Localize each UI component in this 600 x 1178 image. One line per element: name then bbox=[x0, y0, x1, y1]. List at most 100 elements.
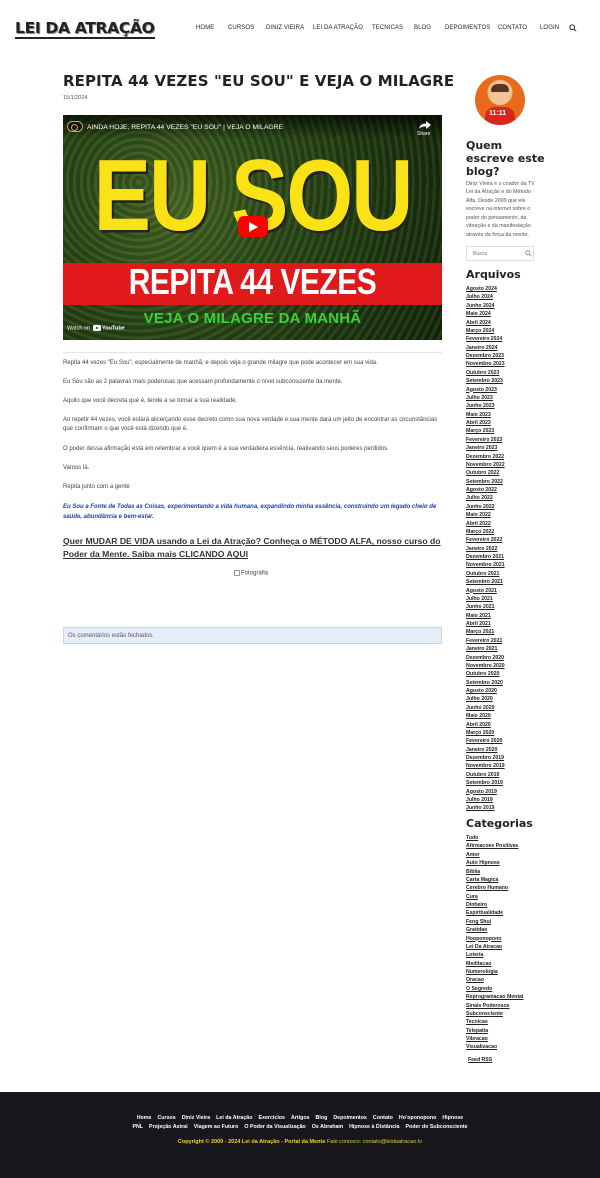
footer-link[interactable]: Projeção Astral bbox=[149, 1124, 188, 1130]
archive-link[interactable]: Abril 2021 bbox=[466, 620, 505, 628]
archive-link[interactable]: Junho 2021 bbox=[466, 603, 505, 611]
archive-link[interactable]: Outubro 2021 bbox=[466, 570, 505, 578]
video-title[interactable]: AINDA HOJE, REPITA 44 VEZES "EU SOU" | V… bbox=[87, 124, 283, 131]
nav-diniz-vieira[interactable]: DINIZ VIEIRA bbox=[266, 25, 304, 31]
archive-link[interactable]: Fevereiro 2020 bbox=[466, 737, 505, 745]
category-link[interactable]: Afirmacoes Positivas bbox=[466, 842, 523, 850]
category-link[interactable]: Reprogramacao Mental bbox=[466, 993, 523, 1001]
watch-on-youtube-button[interactable]: Watch on YouTube bbox=[67, 325, 125, 336]
nav-depoimentos[interactable]: DEPOIMENTOS bbox=[445, 25, 490, 31]
footer-link[interactable]: Hipnose bbox=[442, 1115, 463, 1121]
archive-link[interactable]: Dezembro 2019 bbox=[466, 754, 505, 762]
archive-link[interactable]: Abril 2023 bbox=[466, 419, 505, 427]
footer-link[interactable]: PNL bbox=[132, 1124, 143, 1130]
archive-link[interactable]: Junho 2020 bbox=[466, 704, 505, 712]
search-icon[interactable] bbox=[525, 250, 532, 257]
nav-cursos[interactable]: CURSOS bbox=[228, 25, 254, 31]
category-link[interactable]: Gratidao bbox=[466, 926, 523, 934]
archive-link[interactable]: Fevereiro 2023 bbox=[466, 436, 505, 444]
archive-link[interactable]: Outubro 2019 bbox=[466, 771, 505, 779]
category-link[interactable]: Numerologia bbox=[466, 968, 523, 976]
footer-link[interactable]: Cursos bbox=[157, 1115, 175, 1121]
archive-link[interactable]: Março 2023 bbox=[466, 427, 505, 435]
play-button-icon[interactable] bbox=[238, 216, 268, 237]
feed-rss-link[interactable]: Feed RSS bbox=[468, 1057, 492, 1063]
archive-link[interactable]: Março 2022 bbox=[466, 528, 505, 536]
category-link[interactable]: Hooponopono bbox=[466, 935, 523, 943]
archive-link[interactable]: Agosto 2019 bbox=[466, 788, 505, 796]
archive-link[interactable]: Fevereiro 2021 bbox=[466, 637, 505, 645]
archive-link[interactable]: Novembro 2021 bbox=[466, 561, 505, 569]
category-link[interactable]: O Segredo bbox=[466, 985, 523, 993]
category-link[interactable]: Sinais Poderosos bbox=[466, 1002, 523, 1010]
archive-link[interactable]: Abril 2022 bbox=[466, 520, 505, 528]
footer-link[interactable]: Poder do Subconsciente bbox=[405, 1124, 467, 1130]
category-link[interactable]: Cura bbox=[466, 893, 523, 901]
archive-link[interactable]: Janeiro 2022 bbox=[466, 545, 505, 553]
archive-link[interactable]: Junho 2024 bbox=[466, 302, 505, 310]
archive-link[interactable]: Março 2024 bbox=[466, 327, 505, 335]
archive-link[interactable]: Abril 2024 bbox=[466, 319, 505, 327]
category-link[interactable]: Tudo bbox=[466, 834, 523, 842]
search-icon[interactable] bbox=[569, 24, 577, 32]
archive-link[interactable]: Maio 2023 bbox=[466, 411, 505, 419]
archive-link[interactable]: Fevereiro 2022 bbox=[466, 536, 505, 544]
archive-link[interactable]: Julho 2020 bbox=[466, 695, 505, 703]
footer-link[interactable]: Depoimentos bbox=[333, 1115, 367, 1121]
category-link[interactable]: Meditacao bbox=[466, 960, 523, 968]
archive-link[interactable]: Janeiro 2021 bbox=[466, 645, 505, 653]
archive-link[interactable]: Março 2021 bbox=[466, 628, 505, 636]
category-link[interactable]: Feng Shui bbox=[466, 918, 523, 926]
category-link[interactable]: Subconsciente bbox=[466, 1010, 523, 1018]
share-label[interactable]: Share bbox=[417, 131, 430, 137]
category-link[interactable]: Visualizacao bbox=[466, 1043, 523, 1051]
footer-link[interactable]: Hipnose à Distância bbox=[349, 1124, 399, 1130]
archive-link[interactable]: Novembro 2023 bbox=[466, 360, 505, 368]
archive-link[interactable]: Agosto 2023 bbox=[466, 386, 505, 394]
archive-link[interactable]: Julho 2024 bbox=[466, 293, 505, 301]
archive-link[interactable]: Janeiro 2020 bbox=[466, 746, 505, 754]
archive-link[interactable]: Junho 2023 bbox=[466, 402, 505, 410]
archive-link[interactable]: Agosto 2020 bbox=[466, 687, 505, 695]
archive-link[interactable]: Maio 2022 bbox=[466, 511, 505, 519]
archive-link[interactable]: Abril 2020 bbox=[466, 721, 505, 729]
category-link[interactable]: Tecnicas bbox=[466, 1018, 523, 1026]
category-link[interactable]: Cerebro Humano bbox=[466, 884, 523, 892]
category-link[interactable]: Vibracao bbox=[466, 1035, 523, 1043]
category-link[interactable]: Espiritualidade bbox=[466, 909, 523, 917]
nav-login[interactable]: LOGIN bbox=[540, 25, 559, 31]
category-link[interactable]: Loteria bbox=[466, 951, 523, 959]
category-link[interactable]: Amor bbox=[466, 851, 523, 859]
category-link[interactable]: Telepatia bbox=[466, 1027, 523, 1035]
footer-link[interactable]: Ho'oponopono bbox=[399, 1115, 436, 1121]
archive-link[interactable]: Setembro 2020 bbox=[466, 679, 505, 687]
archive-link[interactable]: Junho 2022 bbox=[466, 503, 505, 511]
footer-link[interactable]: Artigos bbox=[291, 1115, 310, 1121]
archive-link[interactable]: Julho 2023 bbox=[466, 394, 505, 402]
archive-link[interactable]: Dezembro 2023 bbox=[466, 352, 505, 360]
archive-link[interactable]: Agosto 2022 bbox=[466, 486, 505, 494]
archive-link[interactable]: Setembro 2019 bbox=[466, 779, 505, 787]
archive-link[interactable]: Julho 2022 bbox=[466, 494, 505, 502]
archive-link[interactable]: Agosto 2024 bbox=[466, 285, 505, 293]
footer-link[interactable]: Blog bbox=[316, 1115, 328, 1121]
archive-link[interactable]: Agosto 2021 bbox=[466, 587, 505, 595]
archive-link[interactable]: Novembro 2019 bbox=[466, 762, 505, 770]
archive-link[interactable]: Outubro 2020 bbox=[466, 670, 505, 678]
archive-link[interactable]: Outubro 2023 bbox=[466, 369, 505, 377]
metodo-alfa-cta-link[interactable]: Quer MUDAR DE VIDA usando a Lei da Atraç… bbox=[63, 535, 443, 562]
category-link[interactable]: Oracao bbox=[466, 976, 523, 984]
archive-link[interactable]: Julho 2021 bbox=[466, 595, 505, 603]
category-link[interactable]: Bíblia bbox=[466, 868, 523, 876]
archive-link[interactable]: Dezembro 2022 bbox=[466, 453, 505, 461]
archive-link[interactable]: Fevereiro 2024 bbox=[466, 335, 505, 343]
footer-link[interactable]: Exercícios bbox=[258, 1115, 285, 1121]
archive-link[interactable]: Novembro 2020 bbox=[466, 662, 505, 670]
category-link[interactable]: Carta Magica bbox=[466, 876, 523, 884]
archive-link[interactable]: Maio 2020 bbox=[466, 712, 505, 720]
nav-home[interactable]: Home bbox=[196, 25, 214, 31]
nav-contato[interactable]: CONTATO bbox=[498, 25, 527, 31]
archive-link[interactable]: Setembro 2023 bbox=[466, 377, 505, 385]
category-link[interactable]: Dinheiro bbox=[466, 901, 523, 909]
footer-link[interactable]: Viagem ao Futuro bbox=[194, 1124, 239, 1130]
